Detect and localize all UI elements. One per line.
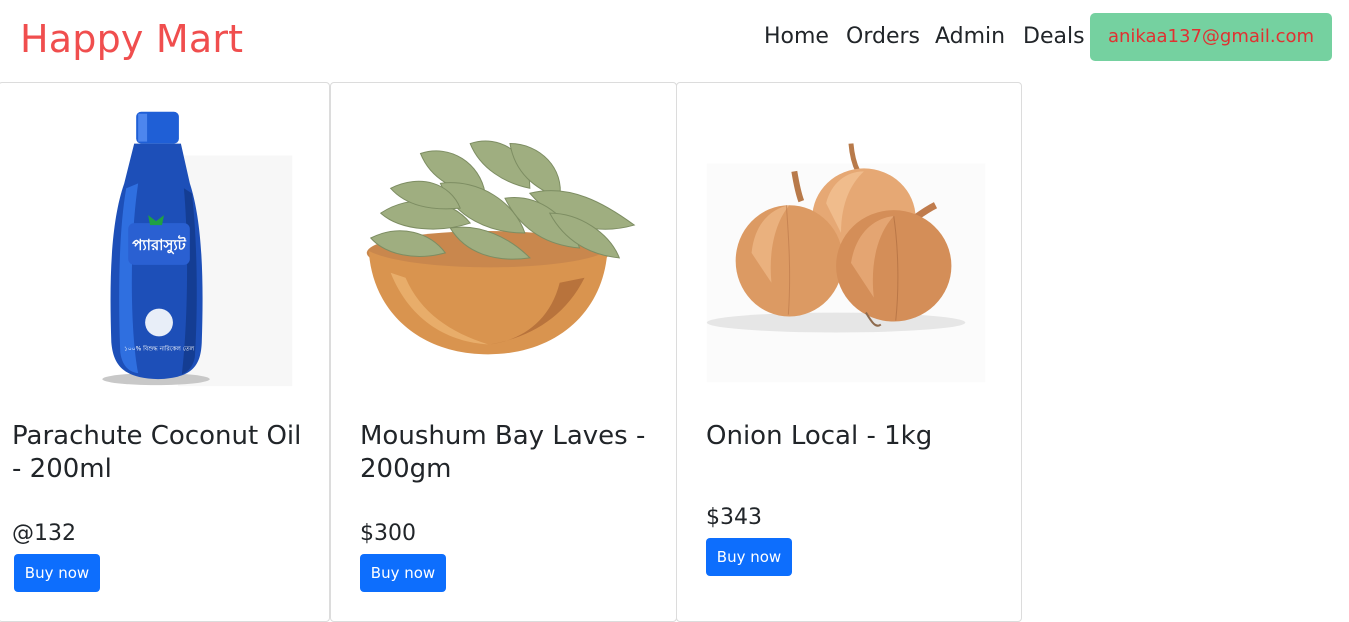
buy-now-button[interactable]: Buy now [706, 538, 792, 576]
coconut-oil-bottle-image: প্যারাস্যুট ১০০% বিশুদ্ধ নারিকেল তেল [0, 83, 329, 393]
user-email-button[interactable]: anikaa137@gmail.com [1090, 13, 1332, 61]
product-card-bay-leaves: Moushum Bay Laves - 200gm $300 Buy now [330, 82, 677, 622]
onions-image [677, 83, 1021, 393]
nav-home-link[interactable]: Home [764, 22, 829, 52]
product-card-onion: Onion Local - 1kg $343 Buy now [676, 82, 1022, 622]
svg-text:প্যারাস্যুট: প্যারাস্যুট [132, 235, 186, 254]
buy-now-button[interactable]: Buy now [360, 554, 446, 592]
bay-leaves-bowl-image [331, 83, 676, 393]
svg-text:১০০% বিশুদ্ধ নারিকেল তেল: ১০০% বিশুদ্ধ নারিকেল তেল [124, 345, 195, 352]
product-title: Moushum Bay Laves - 200gm [360, 421, 646, 484]
product-title: Onion Local - 1kg [706, 421, 933, 451]
nav-deals-link[interactable]: Deals [1023, 22, 1085, 52]
nav-admin-link[interactable]: Admin [935, 22, 1005, 52]
product-price: @132 [12, 521, 76, 546]
product-title: Parachute Coconut Oil - 200ml [12, 421, 302, 484]
product-card-coconut-oil: প্যারাস্যুট ১০০% বিশুদ্ধ নারিকেল তেল Par… [0, 82, 330, 622]
nav-orders-link[interactable]: Orders [846, 22, 920, 52]
buy-now-button[interactable]: Buy now [14, 554, 100, 592]
product-price: $343 [706, 505, 762, 530]
product-price: $300 [360, 521, 416, 546]
navbar: Happy Mart Home Orders Admin Deals anika… [0, 0, 1349, 80]
brand-logo[interactable]: Happy Mart [20, 16, 243, 62]
